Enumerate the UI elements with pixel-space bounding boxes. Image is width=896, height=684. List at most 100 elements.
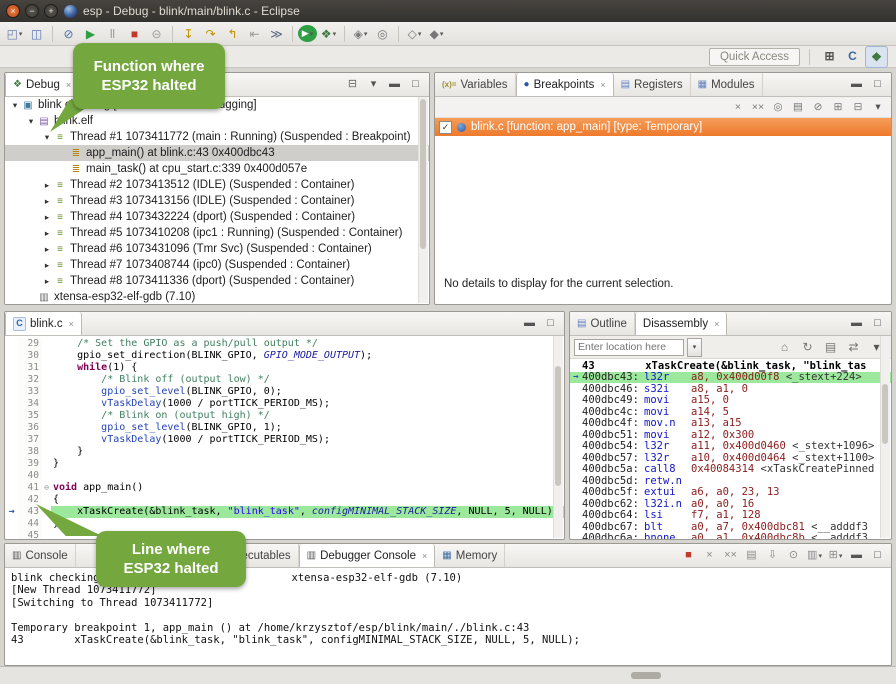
debug-scrollbar[interactable] [418,97,428,303]
debug-tree-row[interactable]: ▸≡Thread #4 1073432224 (dport) (Suspende… [5,209,429,225]
debug-icon[interactable]: ❖▾ [318,24,339,44]
disasm-row[interactable]: 400dbc46:s32ia8, a1, 0 [570,383,891,395]
breakpoint-row[interactable]: ✓ blink.c [function: app_main] [type: Te… [435,118,891,136]
expander-icon[interactable]: ▸ [41,244,53,255]
tab-memory[interactable]: ▦Memory [435,544,505,567]
maximize-icon[interactable]: □ [541,315,560,332]
previous-annotation-icon[interactable]: ◆▾ [426,24,447,44]
expander-icon[interactable]: ▸ [41,196,53,207]
debug-view-menu-icon[interactable]: ▾ [364,76,383,93]
external-tools-icon[interactable]: ◈▾ [350,24,371,44]
sync-with-debug-context-icon[interactable]: ⇄ [843,337,864,357]
disasm-row[interactable]: 400dbc49:movia15, 0 [570,395,891,407]
disasm-row[interactable]: 400dbc57:l32ra10, 0x400d0464 <_stext+110… [570,452,891,464]
step-over-icon[interactable]: ↷ [200,24,221,44]
tab-blink-c[interactable]: Cblink.c× [5,312,82,335]
disconnect-icon[interactable]: ⊝ [146,24,167,44]
remove-breakpoint-icon[interactable]: × [729,99,747,115]
tab-modules[interactable]: ▦Modules [691,73,763,96]
remove-launch-icon[interactable]: × [700,547,719,564]
code-line[interactable]: 29 /* Set the GPIO as a push/pull output… [5,338,564,350]
code-line[interactable]: 37 vTaskDelay(1000 / portTICK_PERIOD_MS)… [5,434,564,446]
breakpoints-view-menu-icon[interactable]: ▾ [869,99,887,115]
tab-console[interactable]: ▥Console [5,544,76,567]
scroll-lock-icon[interactable]: ⇩ [763,547,782,564]
terminate-icon[interactable]: ■ [124,24,145,44]
code-line[interactable]: 44} [5,518,564,530]
disasm-row[interactable]: 400dbc62:l32i.na0, a0, 16 [570,498,891,510]
minimize-icon[interactable]: ▬ [847,315,866,332]
next-annotation-icon[interactable]: ◇▾ [404,24,425,44]
breakpoint-checkbox[interactable]: ✓ [439,121,452,134]
show-breakpoints-for-selected-icon[interactable]: ◎ [769,99,787,115]
debug-tree-row[interactable]: ▾≡Thread #1 1073411772 (main : Running) … [5,129,429,145]
expander-icon[interactable]: ▸ [41,180,53,191]
minimize-icon[interactable]: ▬ [385,76,404,93]
close-icon[interactable]: × [600,80,605,90]
disasm-row[interactable]: 400dbc5f:extuia6, a0, 23, 13 [570,487,891,499]
code-line[interactable]: 36 gpio_set_level(BLINK_GPIO, 1); [5,422,564,434]
maximize-icon[interactable]: □ [868,76,887,93]
maximize-icon[interactable]: □ [406,76,425,93]
disasm-row[interactable]: 400dbc54:l32ra11, 0x400d0460 <_stext+109… [570,441,891,453]
new-icon[interactable]: ◰▾ [4,24,25,44]
minimize-button[interactable]: − [25,4,39,18]
disasm-row[interactable]: 400dbc64:lsif7, a1, 128 [570,510,891,522]
quick-access-button[interactable]: Quick Access [709,48,800,66]
skip-all-breakpoints-icon[interactable]: ⊘ [58,24,79,44]
save-icon[interactable]: ◫ [26,24,47,44]
collapse-all-icon[interactable]: ⊟ [849,99,867,115]
cpp-perspective-icon[interactable]: C [842,46,863,66]
code-line[interactable]: 35 /* Blink on (output high) */ [5,410,564,422]
debug-tree-row[interactable]: ▸≡Thread #2 1073413512 (IDLE) (Suspended… [5,177,429,193]
search-icon[interactable]: ◎ [372,24,393,44]
terminate-icon[interactable]: ■ [679,547,698,564]
run-icon[interactable]: ▶▾ [298,25,317,42]
minimize-icon[interactable]: ▬ [847,76,866,93]
close-icon[interactable]: × [422,551,427,561]
open-perspective-icon[interactable]: ⊞ [819,46,840,66]
step-return-icon[interactable]: ↰ [222,24,243,44]
location-dropdown-icon[interactable]: ▾ [687,338,702,357]
disasm-row[interactable]: 400dbc5a:call80x40084314 <xTaskCreatePin… [570,464,891,476]
expander-icon[interactable]: ▾ [25,116,37,127]
open-console-icon[interactable]: ⊞▾ [826,547,845,564]
remove-all-launches-icon[interactable]: ×× [721,547,740,564]
editor-scrollbar[interactable] [553,336,563,538]
debug-tree-row[interactable]: ▸≡Thread #7 1073408744 (ipc0) (Suspended… [5,257,429,273]
disassembly-scrollbar[interactable] [880,336,890,538]
show-source-icon[interactable]: ▤ [820,337,841,357]
expander-icon[interactable]: ▸ [41,276,53,287]
code-line[interactable]: 41⊖void app_main() [5,482,564,494]
clear-console-icon[interactable]: ▤ [742,547,761,564]
code-line[interactable]: 30 gpio_set_direction(BLINK_GPIO, GPIO_M… [5,350,564,362]
code-line[interactable]: 32 /* Blink off (output low) */ [5,374,564,386]
tab-variables[interactable]: (x)=Variables [435,73,516,96]
maximize-icon[interactable]: □ [868,547,887,564]
tab-outline[interactable]: ▤Outline [570,312,635,335]
code-line[interactable]: 42{ [5,494,564,506]
disasm-row[interactable]: 400dbc51:movia12, 0x300 [570,429,891,441]
code-line[interactable]: 40 [5,470,564,482]
expander-icon[interactable]: ▾ [9,100,21,111]
location-input[interactable] [574,339,684,356]
remove-all-breakpoints-icon[interactable]: ×× [749,99,767,115]
code-line[interactable]: →43 xTaskCreate(&blink_task, "blink_task… [5,506,564,518]
debug-tree-row[interactable]: ≣main_task() at cpu_start.c:339 0x400d05… [5,161,429,177]
resume-icon[interactable]: ▶ [80,24,101,44]
collapse-all-icon[interactable]: ⊟ [343,76,362,93]
disasm-row[interactable]: 43 xTaskCreate(&blink_task, "blink_tas [570,360,891,372]
maximize-icon[interactable]: □ [868,315,887,332]
expand-all-icon[interactable]: ⊞ [829,99,847,115]
refresh-icon[interactable]: ↻ [797,337,818,357]
expander-icon[interactable]: ▸ [41,260,53,271]
debug-tree-row[interactable]: ▸≡Thread #8 1073411336 (dport) (Suspende… [5,273,429,289]
disasm-row[interactable]: 400dbc4f:mov.na13, a15 [570,418,891,430]
suspend-icon[interactable]: Ⅱ [102,24,123,44]
step-into-icon[interactable]: ↧ [178,24,199,44]
expander-icon[interactable]: ▸ [41,212,53,223]
tab-debugger-console[interactable]: ▥Debugger Console× [299,544,436,567]
skip-all-breakpoints-icon[interactable]: ⊘ [809,99,827,115]
debug-perspective-icon[interactable]: ❖ [865,46,888,68]
disasm-row[interactable]: 400dbc6a:bnonea0, a1, 0x400dbc8b <__addd… [570,533,891,541]
